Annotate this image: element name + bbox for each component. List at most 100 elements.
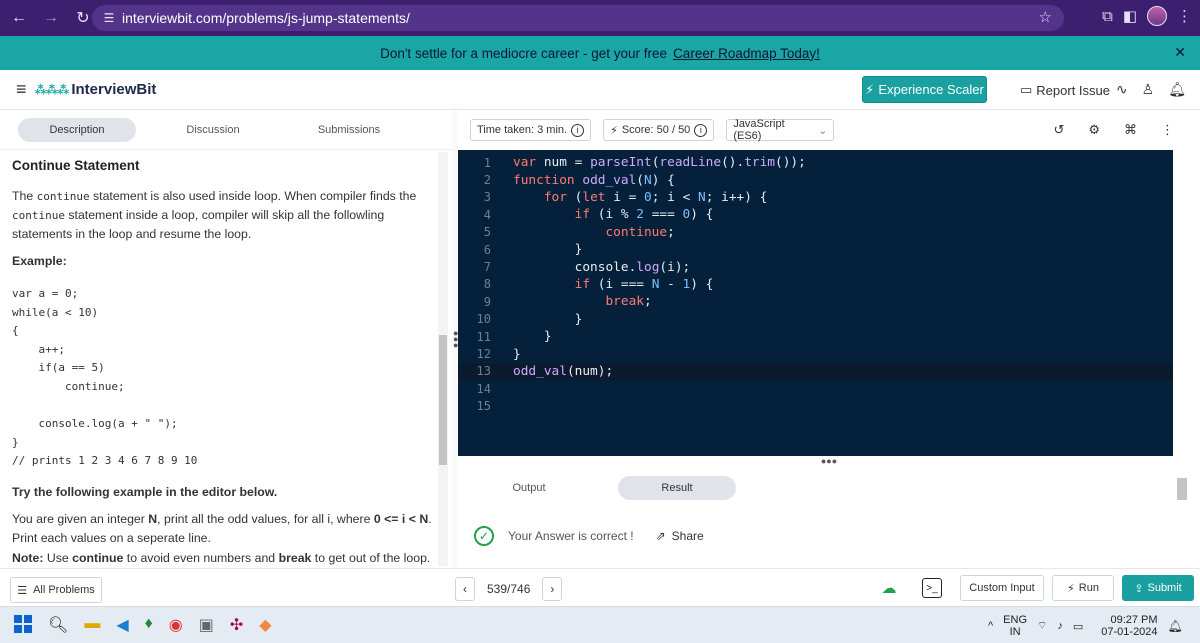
info-icon[interactable]: i [571,123,585,137]
code-line[interactable]: 10 } [458,311,1173,328]
search-icon[interactable]: 🔍︎ [48,615,68,635]
code-text[interactable]: continue; [513,225,674,240]
terminal-icon[interactable]: >_ [922,578,942,598]
hamburger-menu-icon[interactable]: ≡ [16,79,27,100]
info-icon[interactable]: i [694,123,708,137]
code-text[interactable]: var num = parseInt(readLine().trim()); [513,155,806,170]
code-text[interactable]: console.log(i); [513,260,691,275]
all-problems-button[interactable]: ☰ All Problems [10,577,102,603]
previous-problem-button[interactable]: ‹ [455,577,475,601]
code-text[interactable]: } [513,347,521,362]
chevron-down-icon: ⌄ [818,124,828,137]
user-icon[interactable]: ♙ [1142,81,1155,98]
next-problem-button[interactable]: › [542,577,563,601]
code-line[interactable]: 13 odd_val(num); [458,362,1173,381]
score-badge: ⚡ Score: 50 / 50 i [603,119,715,141]
code-editor[interactable]: 1 var num = parseInt(readLine().trim()); 2… [458,150,1173,456]
system-clock[interactable]: 09:27 PM 07-01-2024 [1101,614,1157,638]
url-text[interactable]: interviewbit.com/problems/js-jump-statem… [122,10,410,26]
code-line[interactable]: 2 function odd_val(N) { [458,171,1173,188]
tray-chevron-icon[interactable]: ^ [988,620,993,632]
code-line[interactable]: 7 console.log(i); [458,258,1173,275]
code-line[interactable]: 8 if (i === N - 1) { [458,276,1173,293]
output-scrollbar[interactable] [1173,466,1200,566]
editor-scrollbar[interactable] [1173,150,1200,456]
editor-output-splitter[interactable]: ●●● [458,456,1200,466]
example-label: Example: [12,254,67,268]
code-text[interactable]: if (i === N - 1) { [513,277,714,292]
code-text[interactable]: } [513,242,583,257]
close-icon[interactable]: ✕ [1174,44,1186,61]
run-button[interactable]: ⚡ Run [1052,575,1114,601]
more-options-icon[interactable]: ⋮ [1161,122,1174,138]
submit-button[interactable]: ⇪ Submit [1122,575,1194,601]
code-line[interactable]: 1 var num = parseInt(readLine().trim()); [458,154,1173,171]
sidebar-icon[interactable]: ◧ [1123,7,1137,25]
code-text[interactable]: function odd_val(N) { [513,173,675,188]
tab-discussion[interactable]: Discussion [154,118,272,142]
example-code: var a = 0; while(a < 10) { a++; if(a == … [12,287,198,468]
app-icon[interactable]: ♦ [145,615,153,635]
tab-output[interactable]: Output [470,476,588,500]
forward-icon[interactable]: → [38,5,64,31]
output-scrollbar-thumb[interactable] [1177,478,1187,500]
language-indicator[interactable]: ENG IN [1003,614,1027,638]
site-settings-icon[interactable]: ☰ [96,11,122,25]
description-scrollbar[interactable] [438,152,448,566]
language-select[interactable]: JavaScript (ES6) ⌄ [726,118,835,142]
career-roadmap-link[interactable]: Career Roadmap Today! [673,46,820,61]
wifi-icon[interactable]: ⌔ [1037,619,1047,633]
code-line[interactable]: 14 [458,380,1173,397]
output-panel: Output Result ✓ Your Answer is correct !… [458,466,1173,566]
activity-icon[interactable]: ∿ [1116,81,1128,98]
settings-gear-icon[interactable]: ⚙ [1088,122,1100,138]
code-line[interactable]: 12} [458,345,1173,362]
battery-icon[interactable]: ▭ [1073,620,1083,633]
git-icon[interactable]: ◆ [259,615,271,635]
scrollbar-thumb[interactable] [439,335,447,465]
logo[interactable]: ⁂⁂⁂ InterviewBit [35,81,157,98]
code-line[interactable]: 15 [458,398,1173,415]
code-text[interactable]: } [513,312,583,327]
tab-submissions[interactable]: Submissions [290,118,408,142]
code-line[interactable]: 11 } [458,328,1173,345]
report-issue-button[interactable]: ▭ Report Issue [1020,82,1110,98]
code-text[interactable]: break; [513,294,651,309]
reset-icon[interactable]: ↺ [1053,122,1064,138]
line-number: 3 [483,190,491,205]
code-line[interactable]: 3 for (let i = 0; i < N; i++) { [458,189,1173,206]
code-line[interactable]: 4 if (i % 2 === 0) { [458,206,1173,223]
media-icon[interactable]: ▣ [199,615,214,635]
windows-start-icon[interactable] [14,615,32,633]
code-text[interactable]: odd_val(num); [513,364,613,379]
chrome-icon[interactable]: ◉ [169,615,183,635]
vscode-icon[interactable]: ◀ [116,615,128,635]
share-button[interactable]: ⇗ Share [656,529,704,543]
volume-icon[interactable]: ♪ [1057,620,1063,632]
code-text[interactable]: for (let i = 0; i < N; i++) { [513,190,768,205]
experience-scaler-button[interactable]: ⚡ Experience Scaler [862,76,987,103]
bookmark-star-icon[interactable]: ☆ [1039,8,1052,26]
menu-dots-icon[interactable]: ⋮ [1177,7,1192,25]
profile-avatar[interactable] [1147,6,1167,26]
file-explorer-icon[interactable]: ▬ [84,615,100,635]
code-text[interactable]: } [513,329,552,344]
notification-bell-icon[interactable]: 🔔︎ [1168,81,1186,98]
problem-description: Continue Statement The continue statemen… [12,156,432,568]
tab-result[interactable]: Result [618,476,736,500]
custom-input-button[interactable]: Custom Input [960,575,1044,601]
code-line[interactable]: 9 break; [458,293,1173,310]
code-text[interactable]: if (i % 2 === 0) { [513,207,714,222]
extensions-icon[interactable]: ⧉ [1102,8,1113,25]
experience-scaler-label: Experience Scaler [878,82,984,97]
address-bar[interactable]: ☰ interviewbit.com/problems/js-jump-stat… [92,5,1064,31]
tab-description[interactable]: Description [18,117,136,142]
score-text: Score: 50 / 50 [621,124,691,136]
score-lightning-icon: ⚡ [610,124,618,137]
notification-icon[interactable]: 🔔︎ [1168,619,1183,633]
tool-icon[interactable]: ✣ [230,615,243,635]
back-icon[interactable]: ← [6,5,32,31]
code-line[interactable]: 5 continue; [458,224,1173,241]
code-line[interactable]: 6 } [458,241,1173,258]
shortcuts-icon[interactable]: ⌘ [1124,122,1137,138]
